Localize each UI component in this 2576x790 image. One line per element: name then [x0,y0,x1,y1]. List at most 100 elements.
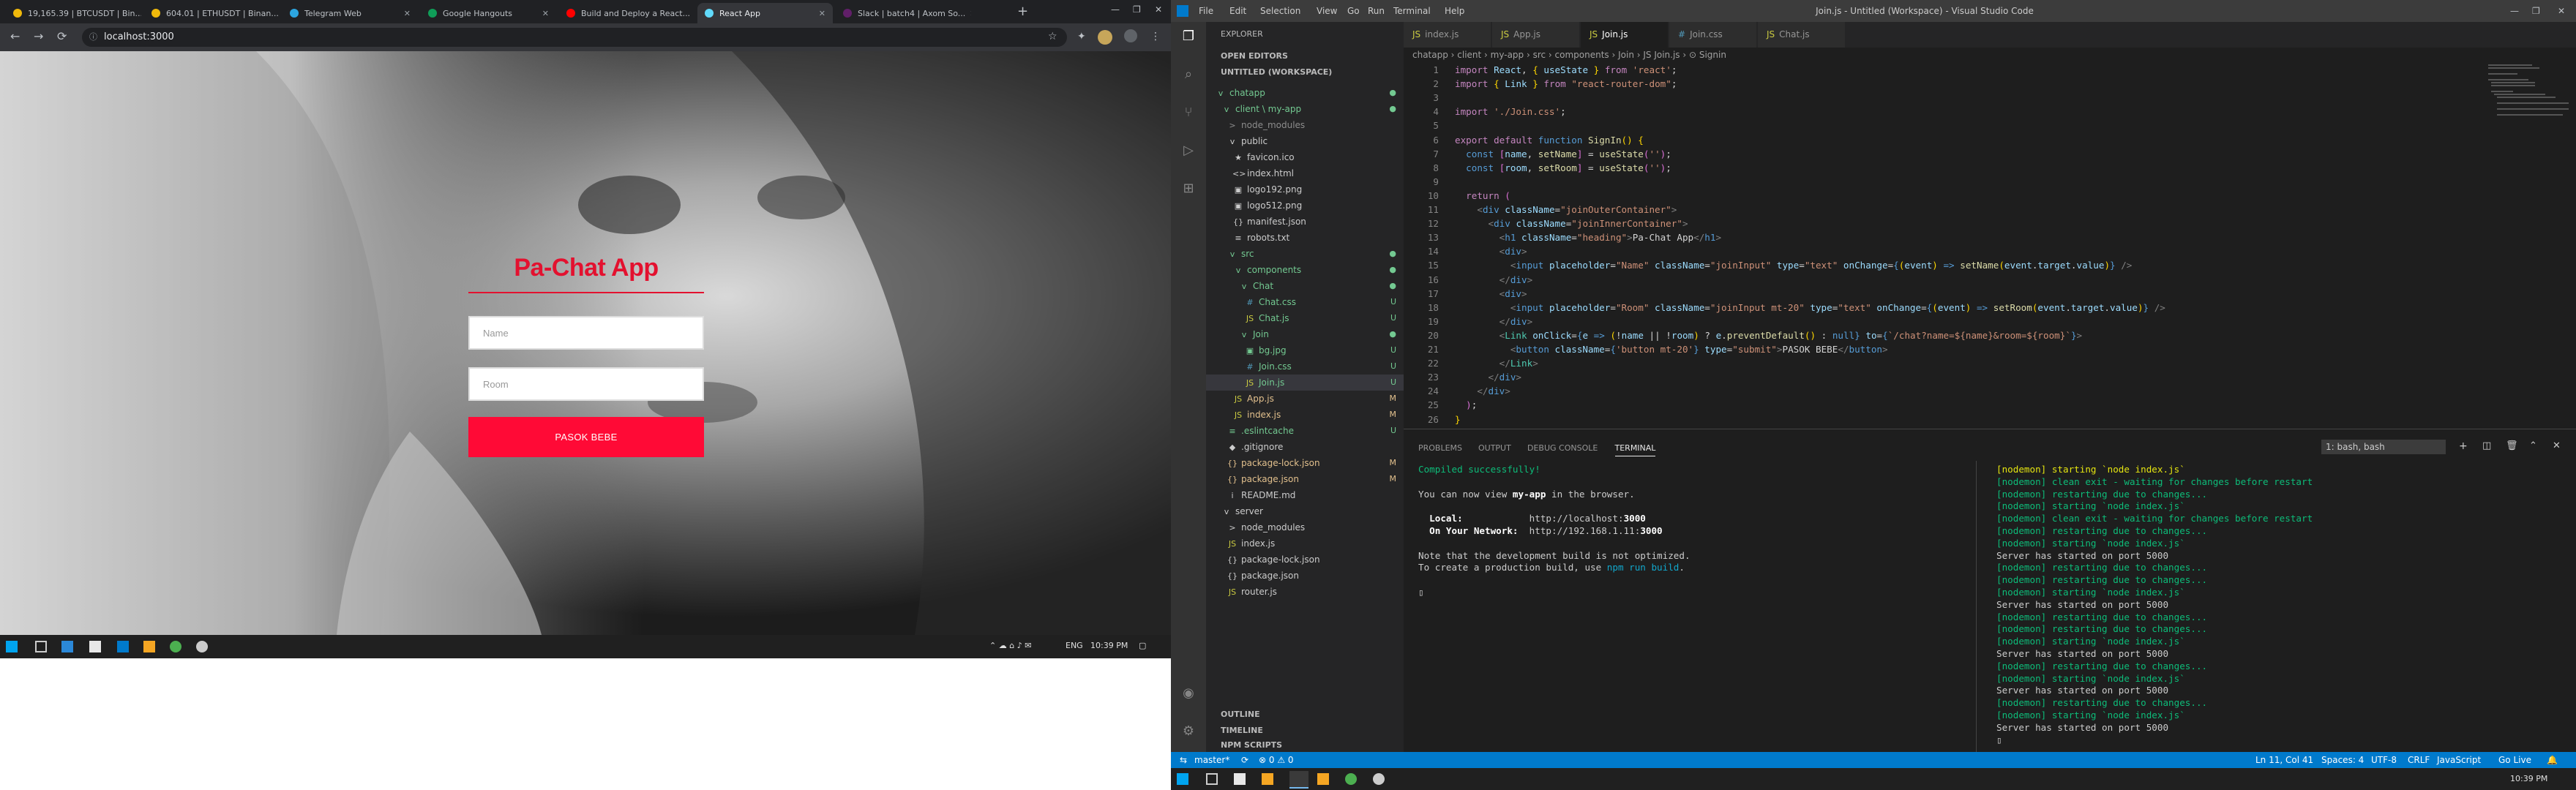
menu-item-help[interactable]: Help [1445,6,1464,16]
panel-tab-terminal[interactable]: TERMINAL [1614,443,1656,456]
tree-folder[interactable]: v chatapp ● [1206,85,1404,101]
tree-file[interactable]: <> index.html [1206,165,1404,181]
language-indicator[interactable]: ENG [1066,641,1083,650]
tree-folder[interactable]: > node_modules [1206,117,1404,133]
breadcrumb[interactable]: chatapp › client › my-app › src › compon… [1412,50,1726,60]
chrome-taskbar-icon[interactable] [1345,773,1357,785]
extensions-icon[interactable]: ⊞ [1181,181,1196,196]
clock[interactable]: 10:39 PM [1090,641,1128,650]
tree-file[interactable]: JS App.js M [1206,391,1404,407]
windows-start-icon[interactable] [1177,773,1188,785]
browser-tab[interactable]: Build and Deploy a React...✕ [559,3,694,23]
trash-icon[interactable]: 🗑 [2506,440,2518,451]
task-view-icon[interactable] [35,641,47,652]
tree-file[interactable]: JS Chat.js U [1206,310,1404,326]
tree-file[interactable]: ▣ logo512.png [1206,198,1404,214]
close-tab-icon[interactable]: ✕ [815,9,825,18]
code-line[interactable]: </Link> [1455,358,1538,369]
close-window-icon[interactable]: ✕ [2558,6,2565,16]
tree-file[interactable]: JS Join.js U [1206,375,1404,391]
forward-icon[interactable]: → [34,29,43,43]
tree-file[interactable]: ≡ robots.txt [1206,230,1404,246]
tree-file[interactable]: i README.md [1206,487,1404,503]
back-icon[interactable]: ← [10,29,20,43]
tree-file[interactable]: {} package.json M [1206,471,1404,487]
menu-item-file[interactable]: File [1199,6,1213,16]
menu-item-terminal[interactable]: Terminal [1393,6,1431,16]
reload-icon[interactable]: ⟳ [57,29,67,43]
problems-count[interactable]: ⊗ 0 ⚠ 0 [1259,752,1294,768]
run-debug-icon[interactable]: ▷ [1181,143,1196,158]
info-icon[interactable]: ⓘ [89,28,97,47]
panel-tab-output[interactable]: OUTPUT [1478,443,1511,453]
maximize-icon[interactable]: ❐ [2532,6,2540,16]
minimap[interactable] [2488,63,2569,121]
tree-folder[interactable]: v client \ my-app ● [1206,101,1404,117]
code-line[interactable]: import React, { useState } from 'react'; [1455,64,1677,75]
menu-item-edit[interactable]: Edit [1229,6,1246,16]
minimize-icon[interactable]: — [1111,4,1120,15]
line-ending[interactable]: CRLF [2408,752,2430,768]
code-line[interactable]: <div className="joinInnerContainer"> [1455,218,1688,229]
code-line[interactable]: <div className="joinOuterContainer"> [1455,204,1677,215]
language-mode[interactable]: JavaScript [2437,752,2481,768]
code-line[interactable]: export default function SignIn() { [1455,135,1644,146]
split-terminal-icon[interactable]: ◫ [2482,440,2491,451]
folder-taskbar-icon[interactable] [1262,773,1273,785]
close-tab-icon[interactable]: ✕ [279,9,280,18]
timeline-section[interactable]: TIMELINE [1221,726,1263,735]
code-line[interactable]: <input placeholder="Room" className="joi… [1455,302,2165,313]
code-line[interactable]: </div> [1455,385,1510,396]
windows-start-icon[interactable] [6,641,18,652]
clock[interactable]: 10:39 PM [2510,774,2547,783]
maximize-icon[interactable]: ❐ [1133,4,1141,15]
tree-file[interactable]: {} package-lock.json [1206,552,1404,568]
taskbar-app-icon[interactable] [61,641,73,652]
task-view-icon[interactable] [1206,773,1218,785]
minimize-icon[interactable]: — [2510,6,2519,16]
chevron-up-icon[interactable]: ⌃ [2529,440,2537,451]
tree-file[interactable]: JS router.js [1206,584,1404,600]
tree-file[interactable]: JS index.js [1206,535,1404,552]
avatar[interactable] [1098,30,1112,45]
code-line[interactable]: const [room, setRoom] = useState(''); [1455,162,1671,173]
menu-item-view[interactable]: View [1317,6,1337,16]
code-line[interactable]: </div> [1455,316,1533,327]
code-editor[interactable] [1404,63,2576,429]
extensions-icon[interactable]: ✦ [1077,31,1086,42]
close-tab-icon[interactable]: ✕ [400,9,411,18]
outline-section[interactable]: OUTLINE [1221,710,1260,719]
vscode-taskbar-icon[interactable] [1289,771,1308,789]
browser-tab[interactable]: Slack | batch4 | Axom So...✕ [836,3,971,23]
room-input[interactable] [468,367,704,401]
sync-icon[interactable]: ⟳ [1241,752,1248,768]
tree-folder[interactable]: v src ● [1206,246,1404,262]
tab-index-js[interactable]: JS index.js [1404,22,1491,48]
close-tab-icon[interactable]: ✕ [538,9,549,18]
browser-tab[interactable]: 604.01 | ETHUSDT | Binan...✕ [144,3,280,23]
menu-item-selection[interactable]: Selection [1260,6,1300,16]
npm-scripts-section[interactable]: NPM SCRIPTS [1221,740,1282,750]
cursor-position[interactable]: Ln 11, Col 41 [2255,752,2313,768]
code-line[interactable]: } [1455,414,1461,425]
code-line[interactable]: <input placeholder="Name" className="joi… [1455,260,2133,271]
tree-folder[interactable]: v server [1206,503,1404,519]
tab-join-js[interactable]: JS Join.js [1581,22,1669,48]
chrome-taskbar-icon[interactable] [170,641,181,652]
git-branch[interactable]: master* [1194,752,1229,768]
code-line[interactable]: <div> [1455,246,1527,257]
code-line[interactable]: const [name, setName] = useState(''); [1455,148,1671,159]
source-control-icon[interactable]: ⑂ [1181,105,1196,120]
tree-file[interactable]: ≡ .eslintcache U [1206,423,1404,439]
tree-folder[interactable]: v Chat ● [1206,278,1404,294]
tree-file[interactable]: {} package.json [1206,568,1404,584]
taskbar-app-icon[interactable] [1234,773,1246,785]
search-icon[interactable]: ⌕ [1181,67,1196,82]
browser-tab[interactable]: React App ✕ [697,3,833,23]
code-line[interactable]: <h1 className="heading">Pa-Chat App</h1> [1455,232,1721,243]
browser-tab[interactable]: Telegram Web ✕ [282,3,418,23]
folder-taskbar-icon[interactable] [1317,773,1329,785]
tree-file[interactable]: # Chat.css U [1206,294,1404,310]
indent-setting[interactable]: Spaces: 4 [2321,752,2364,768]
name-input[interactable] [468,316,704,350]
